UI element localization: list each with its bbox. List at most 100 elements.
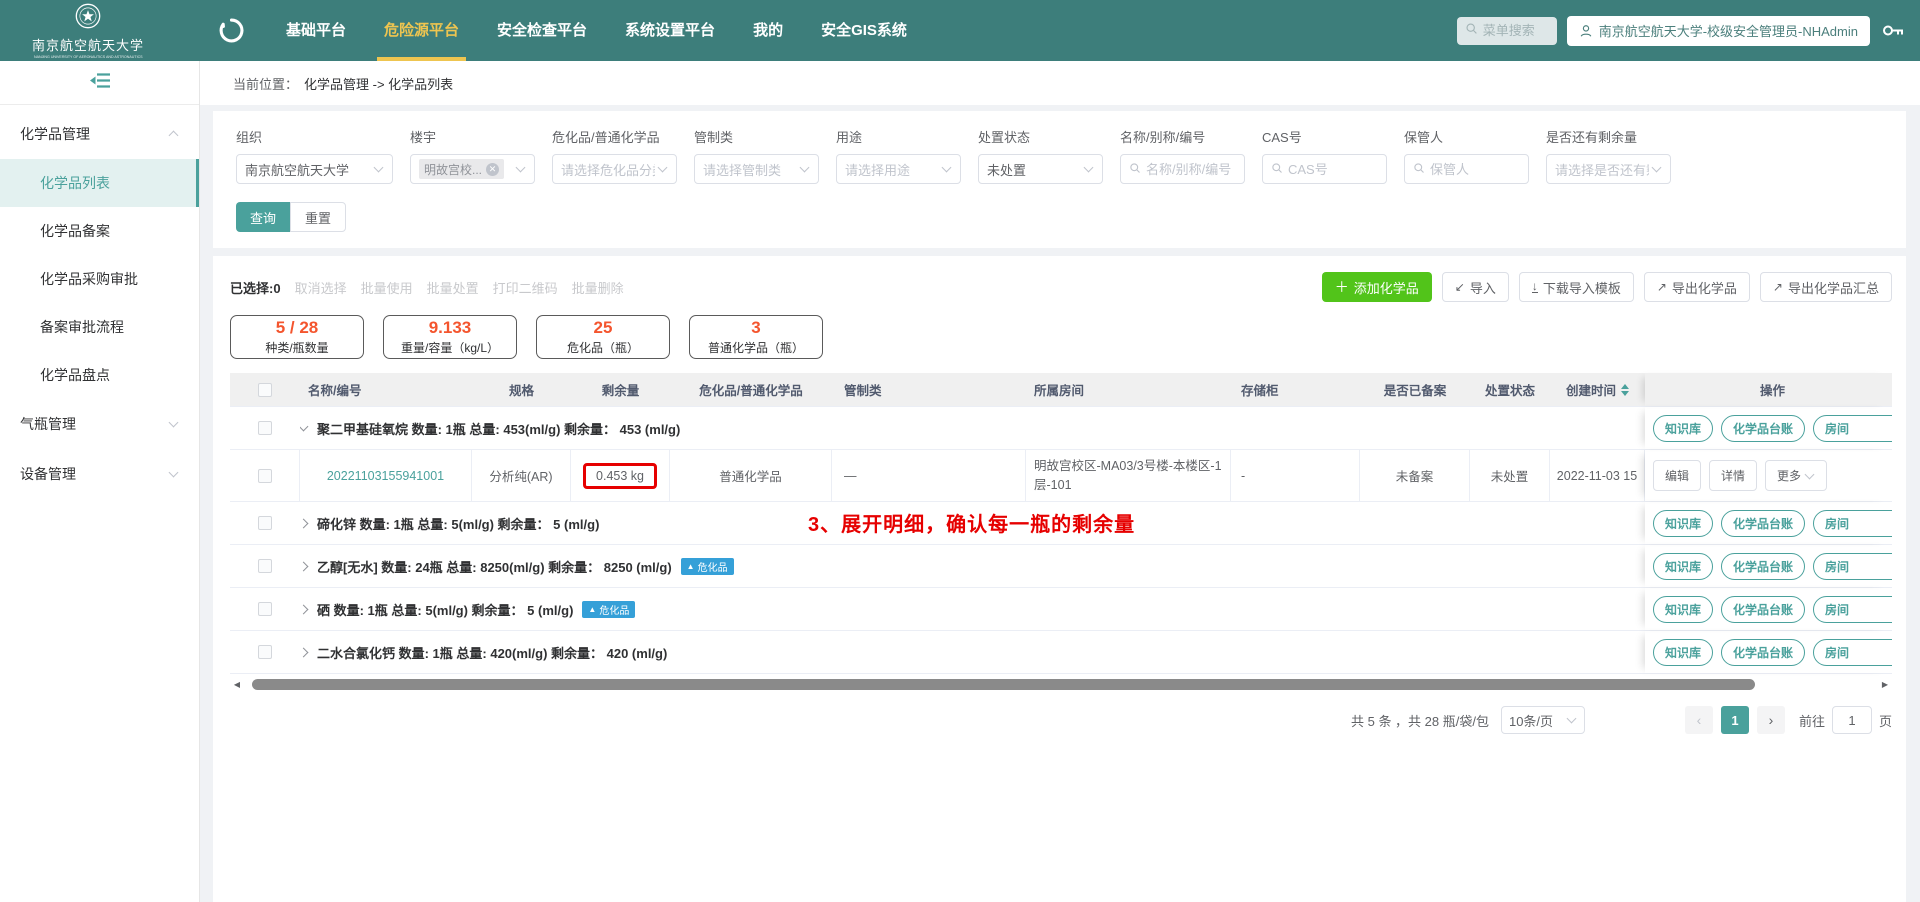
stat-value: 25	[594, 319, 613, 337]
sidebar-item-record-approval-flow[interactable]: 备案审批流程	[0, 303, 199, 351]
close-icon[interactable]: ✕	[486, 163, 499, 176]
university-name: 南京航空航天大学	[32, 35, 144, 54]
university-name-en: NANJING UNIVERSITY OF AERONAUTICS AND AS…	[34, 54, 143, 59]
platform-ring-icon	[218, 17, 245, 44]
name-search-input[interactable]	[1146, 162, 1236, 177]
sidebar-item-chemical-list[interactable]: 化学品列表	[0, 159, 199, 207]
add-chemical-button[interactable]: ＋添加化学品	[1322, 272, 1432, 302]
cancel-selection-link[interactable]: 取消选择	[295, 278, 347, 297]
edit-button[interactable]: 编辑	[1653, 460, 1701, 491]
organization-select[interactable]: 南京航空航天大学	[236, 154, 393, 184]
expand-row-icon[interactable]	[300, 647, 308, 657]
knowledge-base-button[interactable]: 知识库	[1653, 415, 1713, 442]
chemical-ledger-button[interactable]: 化学品台账	[1721, 596, 1805, 623]
goto-label: 前往	[1799, 711, 1825, 730]
sidebar-item-purchase-approval[interactable]: 化学品采购审批	[0, 255, 199, 303]
page-size-select[interactable]: 10条/页	[1501, 706, 1585, 734]
bottle-code-link[interactable]: 20221103155941001	[327, 469, 444, 483]
hazard-type-select[interactable]: 请选择危化品分类	[552, 154, 677, 184]
more-button[interactable]: 更多	[1765, 460, 1827, 491]
chemical-ledger-button[interactable]: 化学品台账	[1721, 510, 1805, 537]
sidebar-item-chemical-record[interactable]: 化学品备案	[0, 207, 199, 255]
scrollbar-track[interactable]	[244, 679, 1878, 690]
knowledge-base-button[interactable]: 知识库	[1653, 639, 1713, 666]
import-button[interactable]: ↙导入	[1442, 272, 1509, 302]
search-button[interactable]: 查询	[236, 202, 290, 232]
export-summary-button[interactable]: ↗导出化学品汇总	[1760, 272, 1892, 302]
expand-row-icon[interactable]	[300, 518, 308, 528]
keeper-search-input[interactable]	[1430, 162, 1520, 177]
row-checkbox[interactable]	[258, 602, 272, 616]
row-checkbox[interactable]	[258, 559, 272, 573]
chemical-ledger-button[interactable]: 化学品台账	[1721, 639, 1805, 666]
sidebar-group-gas-cylinder[interactable]: 气瓶管理	[0, 399, 199, 449]
goto-page-input[interactable]	[1832, 706, 1872, 734]
download-template-label: 下载导入模板	[1543, 278, 1621, 297]
menu-search-input[interactable]	[1483, 23, 1553, 38]
key-icon[interactable]	[1882, 23, 1906, 38]
table-row-detail-bottle: 20221103155941001 分析纯(AR) 0.453 kg 普通化学品…	[230, 450, 1892, 502]
filter-disposal-status: 处置状态 未处置	[978, 127, 1103, 184]
batch-delete-link[interactable]: 批量删除	[572, 278, 624, 297]
knowledge-base-button[interactable]: 知识库	[1653, 596, 1713, 623]
nav-item-base-platform[interactable]: 基础平台	[267, 0, 365, 61]
disposal-status-select[interactable]: 未处置	[978, 154, 1103, 184]
nav-item-gis[interactable]: 安全GIS系统	[802, 0, 926, 61]
menu-search-box[interactable]	[1457, 17, 1557, 45]
nav-item-safety-check-platform[interactable]: 安全检查平台	[478, 0, 606, 61]
next-page-button[interactable]: ›	[1757, 706, 1785, 734]
has-remaining-select[interactable]: 请选择是否还有剩余	[1546, 154, 1671, 184]
select-all-checkbox[interactable]	[258, 383, 272, 397]
download-template-button[interactable]: ↓下载导入模板	[1519, 272, 1634, 302]
detail-button[interactable]: 详情	[1709, 460, 1757, 491]
sidebar-item-chemical-inventory[interactable]: 化学品盘点	[0, 351, 199, 399]
knowledge-base-button[interactable]: 知识库	[1653, 510, 1713, 537]
page-number-1[interactable]: 1	[1721, 706, 1749, 734]
chevron-down-icon	[942, 163, 952, 173]
nav-item-hazard-platform[interactable]: 危险源平台	[365, 0, 478, 61]
expand-row-icon[interactable]	[300, 561, 308, 571]
row-checkbox[interactable]	[258, 516, 272, 530]
col-spec: 规格	[472, 373, 571, 406]
collapse-row-icon[interactable]	[300, 421, 308, 431]
batch-use-link[interactable]: 批量使用	[361, 278, 413, 297]
page-size-value: 10条/页	[1509, 711, 1553, 730]
room-button[interactable]: 房间	[1813, 510, 1892, 537]
sidebar-group-equipment[interactable]: 设备管理	[0, 449, 199, 499]
room-button[interactable]: 房间	[1813, 596, 1892, 623]
keeper-search-box	[1404, 154, 1529, 184]
bottle-registered: 未备案	[1360, 450, 1470, 501]
page-jumper: 前往 页	[1799, 706, 1892, 734]
usage-select[interactable]: 请选择用途	[836, 154, 961, 184]
export-chemicals-button[interactable]: ↗导出化学品	[1644, 272, 1750, 302]
scrollbar-thumb[interactable]	[252, 679, 1755, 690]
row-checkbox[interactable]	[258, 421, 272, 435]
chemical-ledger-button[interactable]: 化学品台账	[1721, 553, 1805, 580]
print-qrcode-link[interactable]: 打印二维码	[493, 278, 558, 297]
room-button[interactable]: 房间	[1813, 415, 1892, 442]
sidebar: 化学品管理 化学品列表 化学品备案 化学品采购审批 备案审批流程 化学品盘点 气…	[0, 61, 200, 902]
nav-item-system-settings[interactable]: 系统设置平台	[606, 0, 734, 61]
prev-page-button[interactable]: ‹	[1685, 706, 1713, 734]
sidebar-group-equipment-label: 设备管理	[20, 464, 76, 484]
row-checkbox[interactable]	[258, 469, 272, 483]
sidebar-group-chemicals[interactable]: 化学品管理	[0, 109, 199, 159]
scroll-left-arrow[interactable]: ◀	[230, 680, 244, 689]
row-checkbox[interactable]	[258, 645, 272, 659]
room-button[interactable]: 房间	[1813, 553, 1892, 580]
reset-button[interactable]: 重置	[290, 202, 346, 232]
control-class-select[interactable]: 请选择管制类	[694, 154, 819, 184]
sort-caret[interactable]	[1621, 384, 1629, 396]
bottle-created: 2022-11-03 15	[1550, 450, 1645, 501]
batch-dispose-link[interactable]: 批量处置	[427, 278, 479, 297]
user-account-button[interactable]: 南京航空航天大学-校级安全管理员-NHAdmin	[1567, 16, 1870, 46]
scroll-right-arrow[interactable]: ▶	[1878, 680, 1892, 689]
cas-search-input[interactable]	[1288, 162, 1378, 177]
collapse-menu-icon[interactable]	[89, 72, 111, 94]
building-select[interactable]: 明故宫校... ✕	[410, 154, 535, 184]
nav-item-mine[interactable]: 我的	[734, 0, 802, 61]
knowledge-base-button[interactable]: 知识库	[1653, 553, 1713, 580]
chemical-ledger-button[interactable]: 化学品台账	[1721, 415, 1805, 442]
room-button[interactable]: 房间	[1813, 639, 1892, 666]
expand-row-icon[interactable]	[300, 604, 308, 614]
